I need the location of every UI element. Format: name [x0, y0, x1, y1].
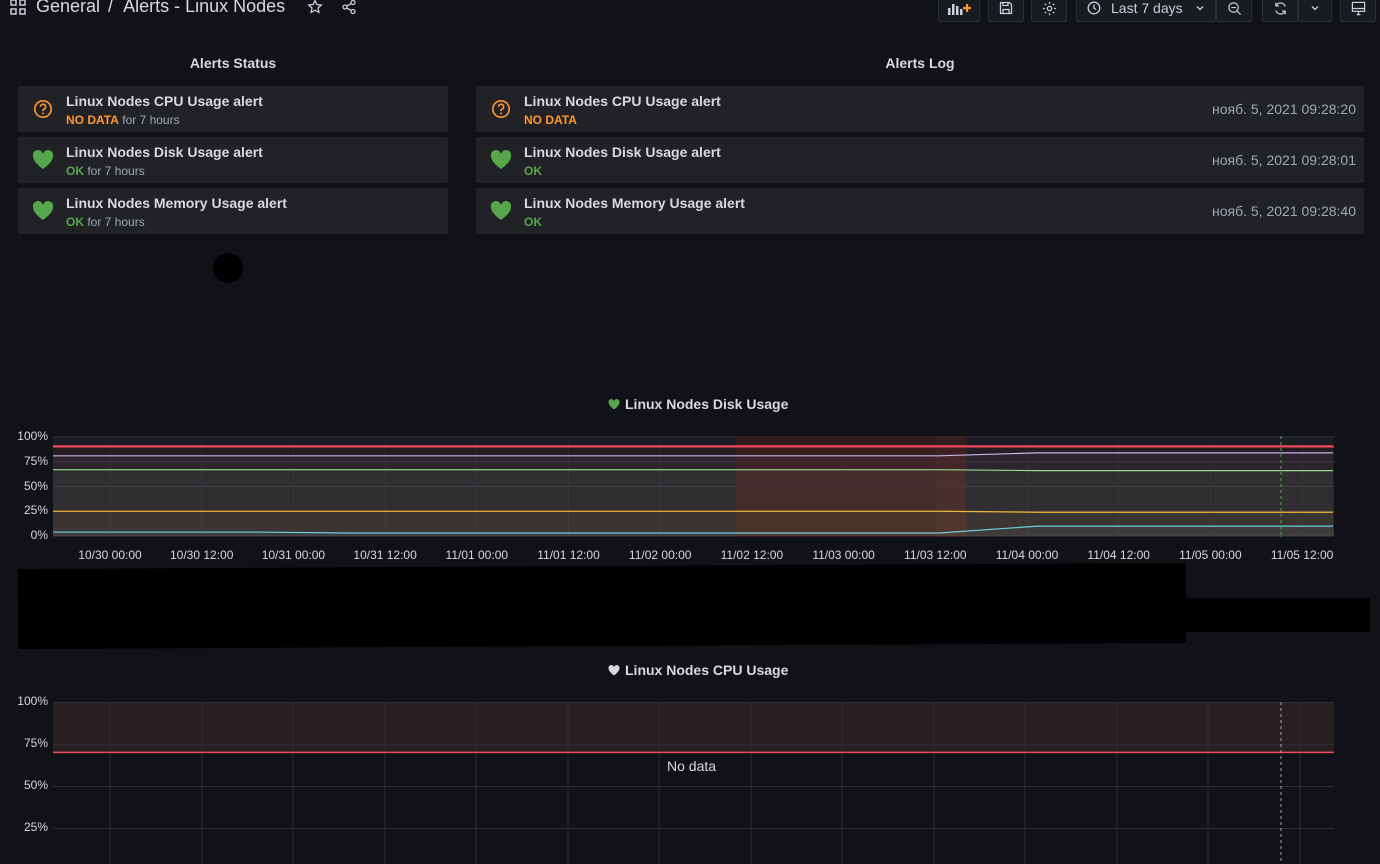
monitor-icon: [1351, 1, 1365, 15]
alert-state: NO DATA: [66, 113, 119, 127]
breadcrumb-separator: /: [108, 0, 114, 16]
gear-icon: [1042, 1, 1056, 15]
y-tick-label: 25%: [23, 820, 48, 834]
alert-log-row[interactable]: Linux Nodes Memory Usage alert OK нояб. …: [476, 188, 1364, 234]
share-icon[interactable]: [341, 0, 357, 15]
alert-state-line: NO DATA for 7 hours: [66, 113, 180, 127]
alert-name[interactable]: Linux Nodes Disk Usage alert: [66, 144, 263, 160]
alert-state: NO DATA: [524, 113, 577, 127]
redacted-legend: [1186, 598, 1370, 632]
refresh-icon: [1274, 1, 1286, 15]
x-tick-label: 11/01 00:00: [445, 548, 509, 562]
question-circle-icon: [34, 100, 52, 118]
question-circle-icon: [492, 100, 510, 118]
breadcrumb-root[interactable]: General: [36, 0, 100, 17]
heart-icon: [32, 150, 54, 169]
alerts-log-title: Alerts Log: [885, 55, 955, 71]
x-tick-label: 11/05 00:00: [1179, 548, 1242, 562]
x-tick-label: 11/01 12:00: [537, 548, 600, 562]
x-tick-label: 11/03 12:00: [904, 548, 967, 562]
alerts-status-title: Alerts Status: [189, 55, 277, 71]
alert-duration: for 7 hours: [87, 164, 145, 178]
chevron-down-icon: [1311, 6, 1319, 11]
y-tick-label: 0%: [30, 528, 48, 542]
add-panel-button[interactable]: [938, 0, 980, 22]
heart-icon: [32, 201, 54, 220]
refresh-interval-dropdown[interactable]: [1298, 0, 1332, 22]
clock-icon: [1087, 1, 1101, 15]
x-tick-label: 11/02 12:00: [720, 548, 784, 562]
breadcrumb: General / Alerts - Linux Nodes: [10, 0, 357, 17]
alert-name[interactable]: Linux Nodes CPU Usage alert: [524, 93, 721, 109]
tv-mode-button[interactable]: [1340, 0, 1376, 22]
alert-name[interactable]: Linux Nodes Disk Usage alert: [524, 144, 721, 160]
x-tick-label: 10/31 12:00: [353, 548, 417, 562]
alert-name[interactable]: Linux Nodes Memory Usage alert: [66, 195, 287, 211]
alert-log-row[interactable]: Linux Nodes Disk Usage alert OK нояб. 5,…: [476, 137, 1364, 183]
redacted-legend: [17, 562, 1187, 650]
save-icon: [999, 1, 1013, 15]
alert-timestamp: нояб. 5, 2021 09:28:20: [1212, 101, 1356, 117]
alert-status-row[interactable]: Linux Nodes Memory Usage alert OK for 7 …: [18, 188, 448, 234]
cpu-usage-panel-title[interactable]: Linux Nodes CPU Usage: [608, 662, 788, 678]
cursor-dot: [213, 253, 243, 283]
y-tick-label: 50%: [23, 478, 48, 493]
x-tick-label: 10/30 00:00: [78, 548, 142, 562]
zoom-out-icon: [1227, 1, 1241, 15]
alert-name[interactable]: Linux Nodes CPU Usage alert: [66, 93, 263, 109]
disk-usage-panel-title[interactable]: Linux Nodes Disk Usage: [608, 396, 788, 412]
x-tick-label: 10/31 00:00: [261, 548, 326, 562]
alert-timestamp: нояб. 5, 2021 09:28:40: [1212, 203, 1356, 219]
refresh-button[interactable]: [1262, 0, 1298, 22]
alert-timestamp: нояб. 5, 2021 09:28:01: [1212, 152, 1356, 168]
dashboard-settings-button[interactable]: [1031, 0, 1067, 22]
chevron-down-icon: [1196, 6, 1204, 11]
disk-usage-graph[interactable]: [53, 436, 1334, 537]
heart-icon: [608, 398, 620, 409]
save-dashboard-button[interactable]: [988, 0, 1024, 22]
time-range-label: Last 7 days: [1111, 0, 1183, 16]
cpu-usage-graph[interactable]: [53, 702, 1334, 864]
time-range-picker[interactable]: Last 7 days: [1076, 0, 1216, 22]
alert-name[interactable]: Linux Nodes Memory Usage alert: [524, 195, 745, 211]
alert-state: OK: [524, 215, 542, 229]
alert-state: OK: [66, 215, 84, 229]
heart-icon: [608, 664, 620, 675]
alert-log-row[interactable]: Linux Nodes CPU Usage alert NO DATA нояб…: [476, 86, 1364, 132]
x-tick-label: 11/04 00:00: [995, 548, 1059, 562]
star-icon[interactable]: [307, 0, 323, 15]
alert-state: OK: [66, 164, 84, 178]
x-tick-label: 10/30 12:00: [169, 548, 234, 562]
x-tick-label: 11/05 12:00: [1270, 548, 1334, 562]
y-tick-label: 75%: [23, 736, 48, 750]
disk-usage-title-text: Linux Nodes Disk Usage: [625, 396, 789, 412]
dashboard-title[interactable]: Alerts - Linux Nodes: [123, 0, 285, 17]
dashboard-navbar: General / Alerts - Linux Nodes Last 7 da…: [0, 0, 1380, 22]
y-tick-label: 50%: [23, 778, 48, 792]
alert-state-line: OK for 7 hours: [66, 164, 145, 178]
alert-status-row[interactable]: Linux Nodes CPU Usage alert NO DATA for …: [18, 86, 448, 132]
add-panel-icon: [948, 4, 971, 15]
y-tick-label: 100%: [17, 694, 48, 708]
y-tick-label: 75%: [23, 453, 48, 468]
y-tick-label: 100%: [17, 429, 48, 443]
heart-icon: [490, 201, 512, 220]
x-tick-label: 11/03 00:00: [812, 548, 875, 562]
y-tick-label: 25%: [23, 503, 48, 518]
alert-duration: for 7 hours: [122, 113, 180, 127]
alert-duration: for 7 hours: [87, 215, 145, 229]
cpu-usage-title-text: Linux Nodes CPU Usage: [625, 662, 789, 678]
alert-status-row[interactable]: Linux Nodes Disk Usage alert OK for 7 ho…: [18, 137, 448, 183]
alert-state-line: OK for 7 hours: [66, 215, 145, 229]
apps-grid-icon[interactable]: [10, 0, 26, 15]
no-data-label: No data: [667, 758, 717, 774]
zoom-out-button[interactable]: [1216, 0, 1252, 22]
x-tick-label: 11/02 00:00: [628, 548, 692, 562]
heart-icon: [490, 150, 512, 169]
x-tick-label: 11/04 12:00: [1087, 548, 1150, 562]
alert-state: OK: [524, 164, 542, 178]
